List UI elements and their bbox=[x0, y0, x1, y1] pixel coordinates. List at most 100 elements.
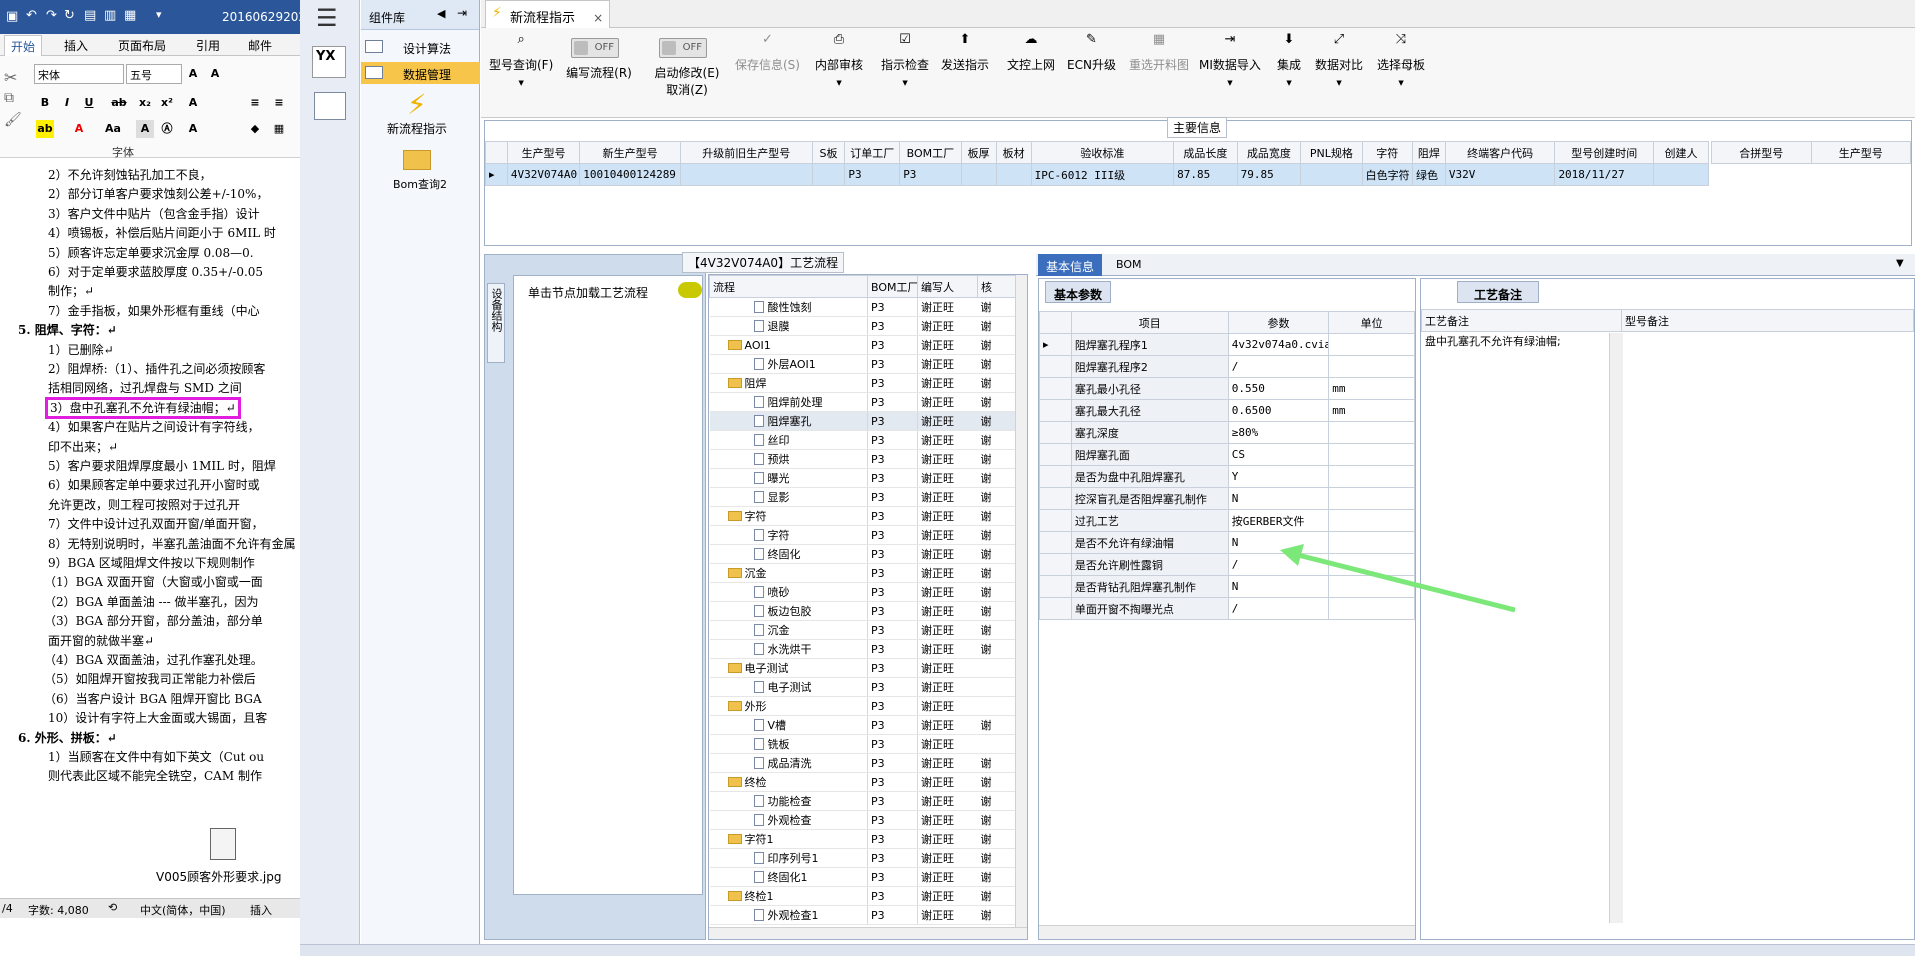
tree-node[interactable]: 退膜 bbox=[709, 316, 868, 336]
tree-node[interactable]: 终固化1 bbox=[709, 867, 868, 887]
shading-icon[interactable]: ◆ bbox=[246, 120, 264, 138]
tree-node[interactable]: 阻焊塞孔 bbox=[709, 411, 868, 431]
tree-row[interactable]: 印序列号1 P3 谢正旺谢 bbox=[709, 848, 1016, 868]
superscript-icon[interactable]: x² bbox=[158, 94, 176, 112]
column-header[interactable]: 合拼型号 bbox=[1711, 141, 1812, 164]
param-row[interactable]: 过孔工艺 按GERBER文件 bbox=[1039, 509, 1415, 532]
toolbar-button-8[interactable]: ✎ ECN升级 bbox=[1067, 32, 1116, 73]
tree-node[interactable]: 沉金 bbox=[709, 563, 868, 583]
tree-node[interactable]: 沉金 bbox=[709, 620, 868, 640]
tree-row[interactable]: 板边包胶 P3 谢正旺谢 bbox=[709, 601, 1016, 621]
column-header[interactable]: BOM工厂 bbox=[867, 275, 918, 298]
column-header[interactable]: 升级前旧生产型号 bbox=[680, 141, 813, 164]
chevron-down-icon[interactable]: ▼ bbox=[1199, 79, 1261, 87]
tree-row[interactable]: 终固化1 P3 谢正旺谢 bbox=[709, 867, 1016, 887]
cancel-label[interactable]: 取消(Z) bbox=[649, 81, 725, 98]
pin-icon[interactable]: ⇥ bbox=[457, 6, 467, 20]
table-cell[interactable] bbox=[811, 163, 846, 186]
tree-row[interactable]: 电子测试 P3 谢正旺 bbox=[709, 658, 1016, 678]
tree-node[interactable]: 成品清洗 bbox=[709, 753, 868, 773]
page-indicator[interactable]: /4 bbox=[2, 902, 13, 915]
chevron-down-icon[interactable]: ▼ bbox=[815, 79, 863, 87]
param-value[interactable]: Y bbox=[1227, 465, 1330, 488]
column-header[interactable]: 阻焊 bbox=[1411, 141, 1446, 164]
tree-node[interactable]: 电子测试 bbox=[709, 658, 868, 678]
tree-node[interactable]: 外观检查1 bbox=[709, 905, 868, 925]
remark-vscroll[interactable] bbox=[1609, 333, 1623, 923]
toggle-switch[interactable]: OFF bbox=[659, 38, 707, 58]
tool-new-flow[interactable]: 新流程指示 bbox=[387, 120, 447, 137]
tree-row[interactable]: V槽 P3 谢正旺谢 bbox=[709, 715, 1016, 735]
tree-node[interactable]: 酸性蚀刻 bbox=[709, 297, 868, 317]
insert-mode[interactable]: 插入 bbox=[250, 902, 272, 918]
calculator-icon[interactable] bbox=[314, 92, 346, 120]
tree-row[interactable]: 沉金 P3 谢正旺谢 bbox=[709, 563, 1016, 583]
open-icon[interactable]: ▥ bbox=[104, 8, 116, 23]
char-shading-icon[interactable]: A bbox=[136, 120, 154, 138]
tree-node[interactable]: 预烘 bbox=[709, 449, 868, 469]
column-header[interactable]: 项目 bbox=[1070, 311, 1229, 334]
tree-node[interactable]: 阻焊 bbox=[709, 373, 868, 393]
word-tab-insert[interactable]: 插入 bbox=[64, 37, 88, 54]
tree-row[interactable]: 字符 P3 谢正旺谢 bbox=[709, 506, 1016, 526]
embedded-file-icon[interactable] bbox=[210, 828, 236, 860]
column-header[interactable]: 创建人 bbox=[1653, 141, 1709, 164]
toolbar-button-2[interactable]: OFF 启动修改(E) 取消(Z) bbox=[649, 32, 725, 98]
chevron-down-icon[interactable]: ▼ bbox=[1277, 79, 1301, 87]
param-value[interactable]: 4v32v074a0.cvia bbox=[1227, 333, 1330, 356]
tree-row[interactable]: 字符 P3 谢正旺谢 bbox=[709, 525, 1016, 545]
tab-basic-params[interactable]: 基本参数 bbox=[1045, 281, 1112, 303]
table-cell[interactable]: 白色字符 bbox=[1361, 163, 1413, 186]
tree-row[interactable]: 铣板 P3 谢正旺 bbox=[709, 734, 1016, 754]
table-cell[interactable]: 79.85 bbox=[1236, 163, 1302, 186]
tab-basic-info[interactable]: 基本信息 bbox=[1038, 254, 1103, 276]
proofing-icon[interactable]: ⟲ bbox=[108, 901, 117, 914]
toolbar-button-7[interactable]: ☁ 文控上网 bbox=[1007, 32, 1055, 73]
tree-node[interactable]: 铣板 bbox=[709, 734, 868, 754]
column-header[interactable]: 编写人 bbox=[917, 275, 978, 298]
table-cell[interactable] bbox=[680, 163, 813, 186]
tree-row[interactable]: 外形 P3 谢正旺 bbox=[709, 696, 1016, 716]
undo-icon[interactable]: ↶ bbox=[26, 8, 37, 23]
align-left-icon[interactable]: ≡ bbox=[246, 94, 264, 112]
tree-row[interactable]: 成品清洗 P3 谢正旺谢 bbox=[709, 753, 1016, 773]
flow-hscroll[interactable] bbox=[709, 927, 1027, 939]
tree-node[interactable]: 阻焊前处理 bbox=[709, 392, 868, 412]
table-cell[interactable] bbox=[995, 163, 1032, 186]
param-value[interactable]: 按GERBER文件 bbox=[1227, 509, 1330, 532]
tree-row[interactable]: 终检1 P3 谢正旺谢 bbox=[709, 886, 1016, 906]
toolbar-button-5[interactable]: ☑ 指示检查 ▼ bbox=[881, 32, 929, 87]
underline-icon[interactable]: U bbox=[80, 94, 98, 112]
column-header[interactable]: 生产型号 bbox=[1810, 141, 1911, 164]
font-name-select[interactable]: 宋体 bbox=[34, 64, 124, 84]
table-cell[interactable]: P3 bbox=[844, 163, 901, 186]
menu-icon[interactable]: ☰ bbox=[316, 4, 338, 32]
tree-node[interactable]: 外层AOI1 bbox=[709, 354, 868, 374]
tree-node[interactable]: 字符1 bbox=[709, 829, 868, 849]
font-size-select[interactable]: 五号 bbox=[126, 64, 182, 84]
tree-node[interactable]: 字符 bbox=[709, 525, 868, 545]
tree-node[interactable]: 喷砂 bbox=[709, 582, 868, 602]
column-header[interactable]: 订单工厂 bbox=[844, 141, 901, 164]
param-value[interactable]: / bbox=[1227, 355, 1330, 378]
format-painter-icon[interactable]: 🖌 bbox=[4, 112, 22, 128]
column-header[interactable]: 板材 bbox=[995, 141, 1032, 164]
toolbar-button-13[interactable]: ⤨ 选择母板 ▼ bbox=[1377, 32, 1425, 87]
word-tab-references[interactable]: 引用 bbox=[196, 37, 220, 54]
save-icon[interactable]: ▣ bbox=[6, 9, 18, 24]
tree-row[interactable]: 阻焊 P3 谢正旺谢 bbox=[709, 373, 1016, 393]
tree-row[interactable]: 阻焊前处理 P3 谢正旺谢 bbox=[709, 392, 1016, 412]
process-remark-text[interactable]: 盘中孔塞孔不允许有绿油帽; bbox=[1425, 333, 1561, 349]
new-doc-icon[interactable]: ▤ bbox=[84, 8, 96, 23]
device-structure-tab[interactable]: 设备结构 bbox=[487, 283, 505, 363]
column-header[interactable]: PNL规格 bbox=[1300, 141, 1363, 164]
refresh-icon[interactable]: ↻ bbox=[64, 8, 75, 23]
table-cell[interactable]: 2018/11/27 bbox=[1554, 163, 1655, 186]
tree-row[interactable]: 阻焊塞孔 P3 谢正旺谢 bbox=[709, 411, 1016, 431]
word-tab-mailings[interactable]: 邮件 bbox=[248, 37, 272, 54]
folder-icon[interactable] bbox=[403, 150, 431, 170]
language-indicator[interactable]: 中文(简体，中国) bbox=[140, 902, 226, 918]
enclose-char-icon[interactable]: Ⓐ bbox=[158, 120, 176, 138]
tree-node[interactable]: 水洗烘干 bbox=[709, 639, 868, 659]
borders-icon[interactable]: ▦ bbox=[270, 120, 288, 138]
